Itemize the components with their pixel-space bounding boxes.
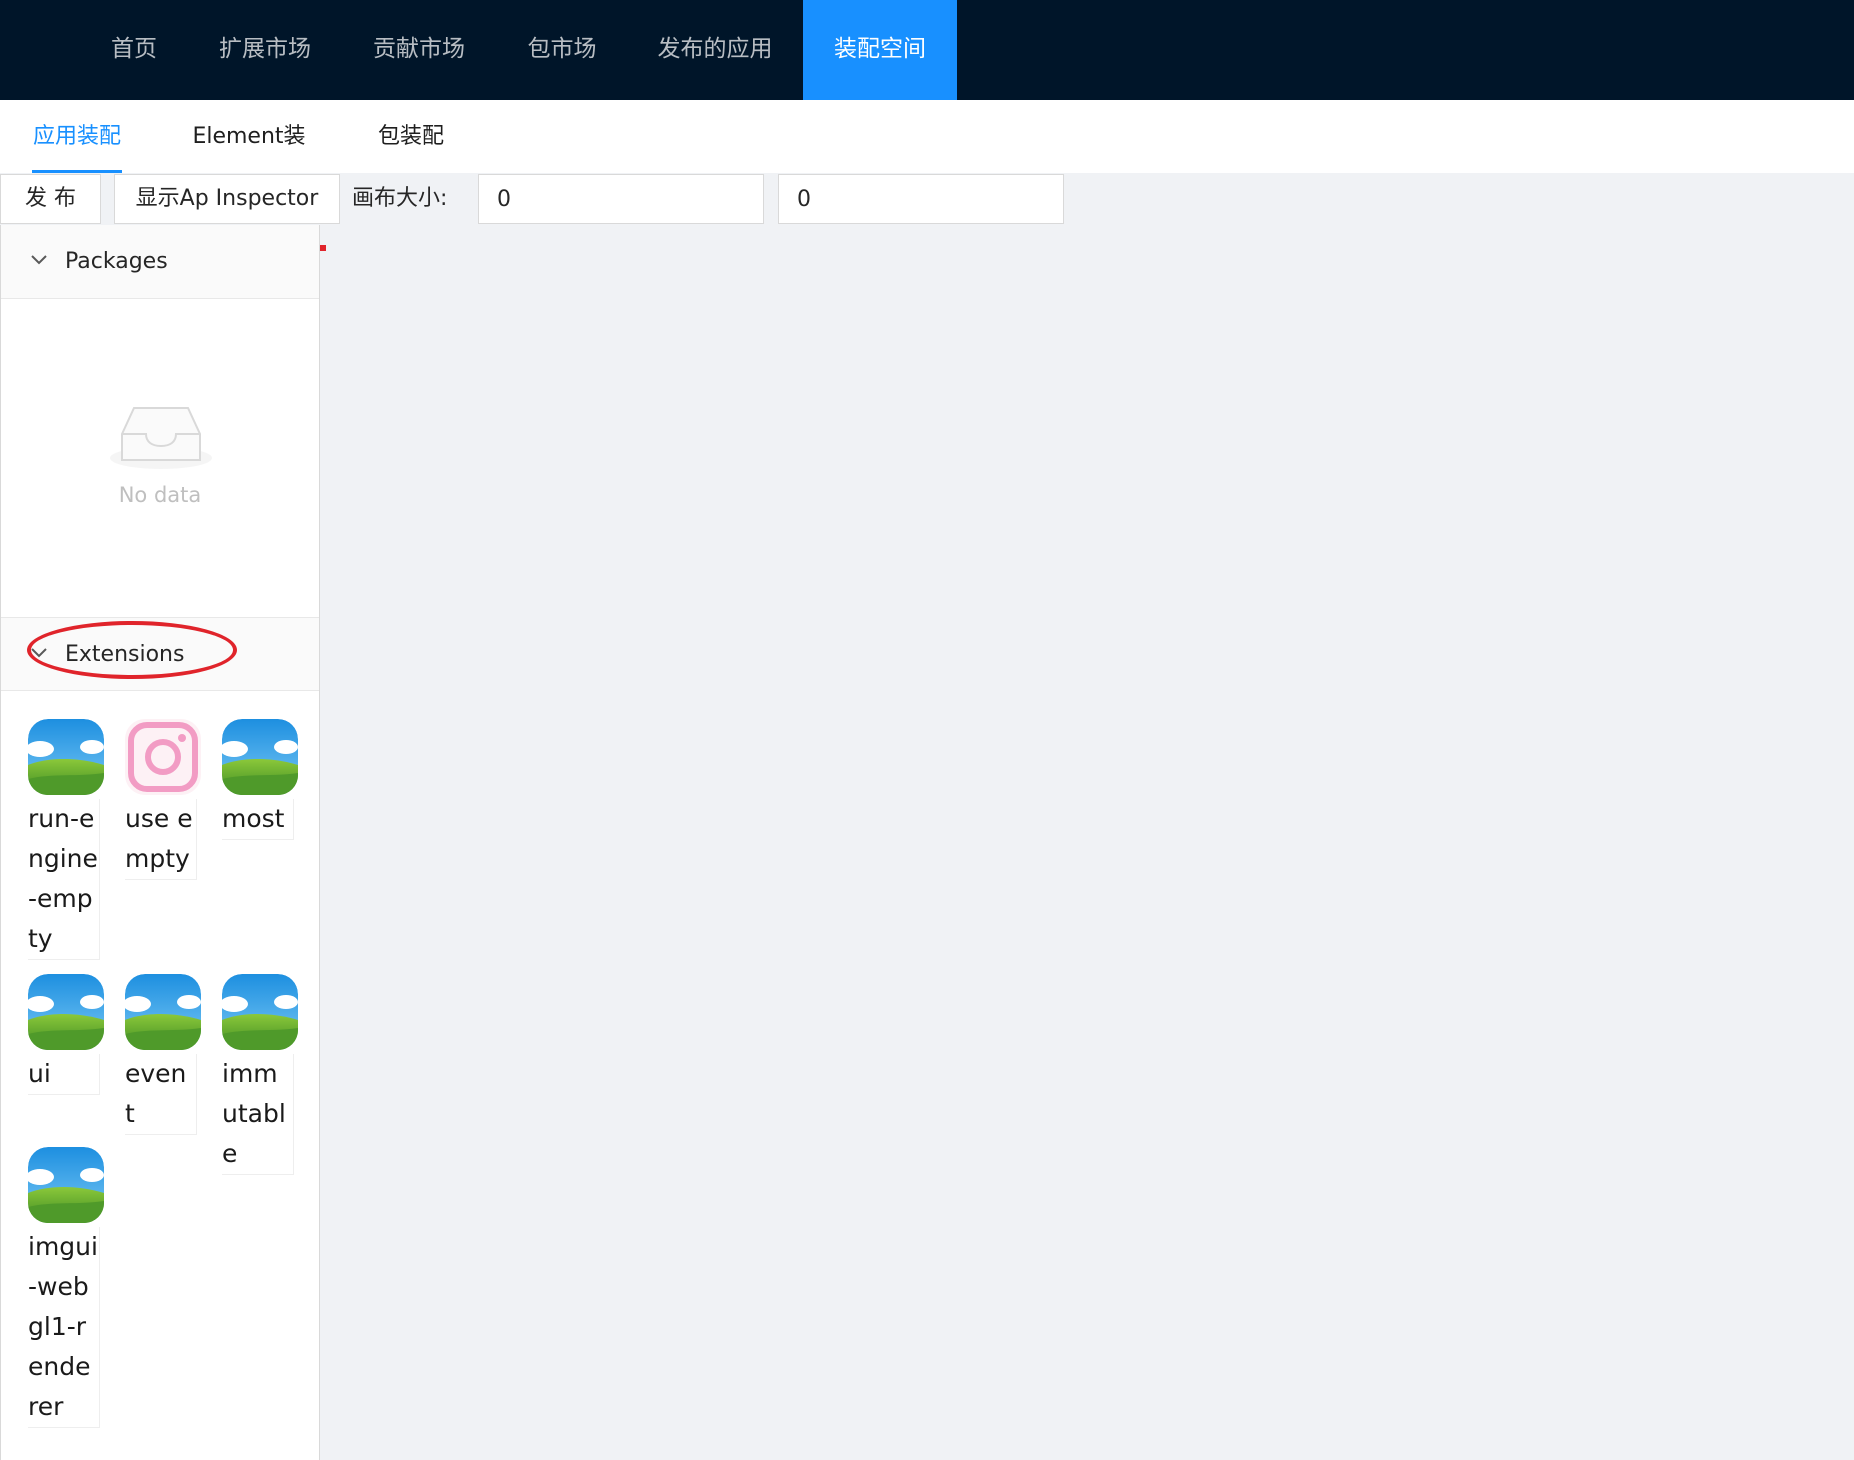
extension-label: ui xyxy=(28,1054,100,1095)
extension-label: event xyxy=(125,1054,197,1135)
extension-item-most[interactable]: most xyxy=(220,719,298,840)
tab-package-assembly[interactable]: 包装配 xyxy=(376,100,446,173)
marker-dot xyxy=(320,245,326,251)
extension-label: immutable xyxy=(222,1054,294,1175)
show-inspector-button[interactable]: 显示Ap Inspector xyxy=(114,174,340,224)
extension-label: use empty xyxy=(125,799,197,880)
nav-item-home[interactable]: 首页 xyxy=(90,0,178,100)
canvas-height-input[interactable] xyxy=(778,174,1064,224)
nav-item-extension-market[interactable]: 扩展市场 xyxy=(200,0,330,100)
nav-item-published-apps[interactable]: 发布的应用 xyxy=(640,0,790,100)
tab-element-assembly[interactable]: Element装配 xyxy=(184,100,314,223)
extension-label: run-engine-empty xyxy=(28,799,100,960)
nav-item-contribution-market[interactable]: 贡献市场 xyxy=(354,0,484,100)
extension-item-immutable[interactable]: immutable xyxy=(220,974,298,1175)
tab-app-assembly[interactable]: 应用装配 xyxy=(32,100,122,173)
nav-item-package-market[interactable]: 包市场 xyxy=(508,0,616,100)
empty-box-icon xyxy=(110,407,212,469)
canvas-size-label: 画布大小: xyxy=(352,186,448,211)
chevron-down-icon xyxy=(31,648,47,658)
empty-text: No data xyxy=(118,483,202,507)
extension-item-ui[interactable]: ui xyxy=(26,974,104,1095)
top-nav: 首页 扩展市场 贡献市场 包市场 发布的应用 装配空间 xyxy=(0,0,1854,100)
landscape-icon xyxy=(26,719,104,795)
extension-label: imgui-webgl1-renderer xyxy=(28,1227,100,1428)
extension-item-imgui-webgl1-renderer[interactable]: imgui-webgl1-renderer xyxy=(26,1147,104,1428)
publish-button[interactable]: 发 布 xyxy=(0,174,101,224)
landscape-icon xyxy=(26,1147,104,1223)
left-panel: Packages No data Extensions run-engine-e… xyxy=(0,225,320,1460)
nav-item-assembly-space[interactable]: 装配空间 xyxy=(803,0,957,100)
extensions-header[interactable]: Extensions xyxy=(1,617,319,691)
extension-label: most xyxy=(222,799,294,840)
packages-empty: No data xyxy=(1,225,319,541)
canvas-width-input[interactable] xyxy=(478,174,764,224)
landscape-icon xyxy=(123,974,201,1050)
landscape-icon xyxy=(220,974,298,1050)
sub-tabs: 应用装配 Element装配 包装配 xyxy=(0,100,1854,223)
extension-item-run-engine-empty[interactable]: run-engine-empty xyxy=(26,719,104,960)
instagram-icon xyxy=(125,719,201,795)
landscape-icon xyxy=(220,719,298,795)
extensions-title: Extensions xyxy=(65,642,185,667)
landscape-icon xyxy=(26,974,104,1050)
extension-item-event[interactable]: event xyxy=(123,974,201,1135)
extension-item-use-empty[interactable]: use empty xyxy=(125,719,201,880)
